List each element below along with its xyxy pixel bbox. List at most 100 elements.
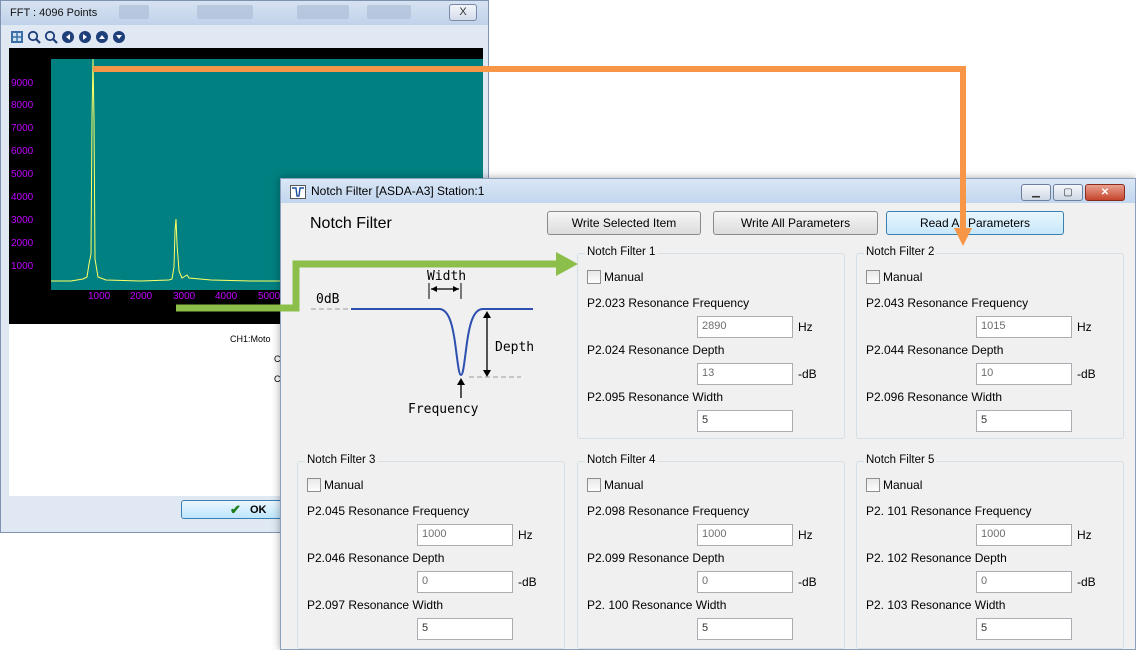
group-title: Notch Filter 1 <box>585 246 658 258</box>
y-tick-label: 6000 <box>11 146 34 157</box>
notch-filter-4-group: Notch Filter 4 Manual P2.098 Resonance F… <box>577 454 845 649</box>
width-label: P2.097 Resonance Width <box>307 598 444 612</box>
minimize-button[interactable]: ▁ <box>1021 184 1051 201</box>
fft-toolbar <box>9 27 483 47</box>
maximize-button[interactable]: ▢ <box>1053 184 1083 201</box>
y-tick-label: 7000 <box>11 123 34 134</box>
resonance-depth-input[interactable]: 0 <box>976 571 1072 593</box>
resonance-depth-input[interactable]: 10 <box>976 363 1072 385</box>
blurred-title-area <box>297 5 349 19</box>
x-tick-label: 1000 <box>88 291 111 302</box>
zoom-out-icon[interactable] <box>43 30 58 45</box>
depth-unit: -dB <box>1077 367 1096 381</box>
manual-label: Manual <box>604 478 644 492</box>
manual-checkbox[interactable] <box>587 478 601 492</box>
x-tick-label: 3000 <box>173 291 196 302</box>
page-title: Notch Filter <box>310 215 392 232</box>
close-button[interactable]: ✕ <box>1085 184 1125 201</box>
freq-unit: Hz <box>798 320 813 334</box>
notch-diagram: Width 0dB Depth Frequency <box>303 265 553 425</box>
resonance-frequency-input[interactable]: 1000 <box>976 524 1072 546</box>
resonance-width-input[interactable]: 5 <box>417 618 513 640</box>
depth-label: P2.046 Resonance Depth <box>307 551 445 565</box>
checkmark-icon: ✔ <box>230 502 241 517</box>
freq-label: P2.043 Resonance Frequency <box>866 296 1029 310</box>
pan-right-icon[interactable] <box>77 30 92 45</box>
manual-label: Manual <box>324 478 364 492</box>
resonance-width-input[interactable]: 5 <box>697 410 793 432</box>
pan-down-icon[interactable] <box>111 30 126 45</box>
notch-window-title: Notch Filter [ASDA-A3] Station:1 <box>311 184 485 198</box>
freq-unit: Hz <box>1077 528 1092 542</box>
notch-filter-5-group: Notch Filter 5 Manual P2. 101 Resonance … <box>856 454 1124 649</box>
group-title: Notch Filter 4 <box>585 454 658 466</box>
notch-app-icon <box>290 185 306 199</box>
notch-filter-3-group: Notch Filter 3 Manual P2.045 Resonance F… <box>297 454 565 649</box>
blurred-title-area <box>119 5 149 19</box>
depth-label: P2.099 Resonance Depth <box>587 551 725 565</box>
channel-info: CH1:Moto <box>230 334 271 344</box>
group-title: Notch Filter 2 <box>864 246 937 258</box>
depth-unit: -dB <box>798 367 817 381</box>
freq-unit: Hz <box>518 528 533 542</box>
depth-unit: -dB <box>518 575 537 589</box>
width-label: P2. 103 Resonance Width <box>866 598 1006 612</box>
resonance-width-input[interactable]: 5 <box>976 410 1072 432</box>
resonance-frequency-input[interactable]: 1000 <box>417 524 513 546</box>
freq-label: P2.023 Resonance Frequency <box>587 296 750 310</box>
resonance-frequency-input[interactable]: 1000 <box>697 524 793 546</box>
write-selected-button[interactable]: Write Selected Item <box>547 211 701 235</box>
close-icon: ✕ <box>1100 187 1110 198</box>
y-tick-label: 8000 <box>11 100 34 111</box>
manual-checkbox[interactable] <box>866 270 880 284</box>
freq-unit: Hz <box>1077 320 1092 334</box>
manual-checkbox[interactable] <box>866 478 880 492</box>
group-title: Notch Filter 5 <box>864 454 937 466</box>
notch-filter-1-group: Notch Filter 1 Manual P2.023 Resonance F… <box>577 246 845 439</box>
manual-label: Manual <box>883 270 923 284</box>
maximize-icon: ▢ <box>1063 187 1073 198</box>
resonance-depth-input[interactable]: 0 <box>697 571 793 593</box>
pan-up-icon[interactable] <box>94 30 109 45</box>
resonance-frequency-input[interactable]: 2890 <box>697 316 793 338</box>
freq-label: P2.045 Resonance Frequency <box>307 504 470 518</box>
y-tick-label: 3000 <box>11 215 34 226</box>
manual-checkbox[interactable] <box>307 478 321 492</box>
blurred-title-area <box>197 5 253 19</box>
frequency-label: Frequency <box>408 402 479 417</box>
depth-label: Depth <box>495 340 535 355</box>
depth-unit: -dB <box>798 575 817 589</box>
resonance-width-input[interactable]: 5 <box>976 618 1072 640</box>
fft-close-button[interactable]: X <box>449 4 477 21</box>
fft-window-title: FFT : 4096 Points <box>10 7 98 19</box>
width-label: Width <box>427 269 467 284</box>
x-tick-label: 5000 <box>258 291 281 302</box>
resonance-depth-input[interactable]: 0 <box>417 571 513 593</box>
write-all-button[interactable]: Write All Parameters <box>713 211 878 235</box>
zoom-in-icon[interactable] <box>26 30 41 45</box>
width-label: P2. 100 Resonance Width <box>587 598 727 612</box>
fit-icon[interactable] <box>9 30 24 45</box>
freq-label: P2.098 Resonance Frequency <box>587 504 750 518</box>
blurred-title-area <box>367 5 411 19</box>
x-tick-label: 4000 <box>215 291 238 302</box>
notch-title-bar: Notch Filter [ASDA-A3] Station:1 ▁ ▢ ✕ <box>281 179 1135 203</box>
pan-left-icon[interactable] <box>60 30 75 45</box>
fft-title-bar: FFT : 4096 Points X <box>1 1 488 25</box>
close-icon: X <box>459 6 467 18</box>
resonance-depth-input[interactable]: 13 <box>697 363 793 385</box>
resonance-width-input[interactable]: 5 <box>697 618 793 640</box>
manual-checkbox[interactable] <box>587 270 601 284</box>
x-tick-label: 2000 <box>130 291 153 302</box>
manual-label: Manual <box>604 270 644 284</box>
read-all-button[interactable]: Read All Parameters <box>886 211 1064 235</box>
y-tick-label: 5000 <box>11 169 34 180</box>
minimize-icon: ▁ <box>1032 187 1040 198</box>
notch-filter-window: Notch Filter [ASDA-A3] Station:1 ▁ ▢ ✕ N… <box>280 178 1136 650</box>
resonance-frequency-input[interactable]: 1015 <box>976 316 1072 338</box>
depth-label: P2. 102 Resonance Depth <box>866 551 1007 565</box>
width-label: P2.095 Resonance Width <box>587 390 724 404</box>
zero-db-label: 0dB <box>316 292 340 307</box>
depth-unit: -dB <box>1077 575 1096 589</box>
y-tick-label: 4000 <box>11 192 34 203</box>
